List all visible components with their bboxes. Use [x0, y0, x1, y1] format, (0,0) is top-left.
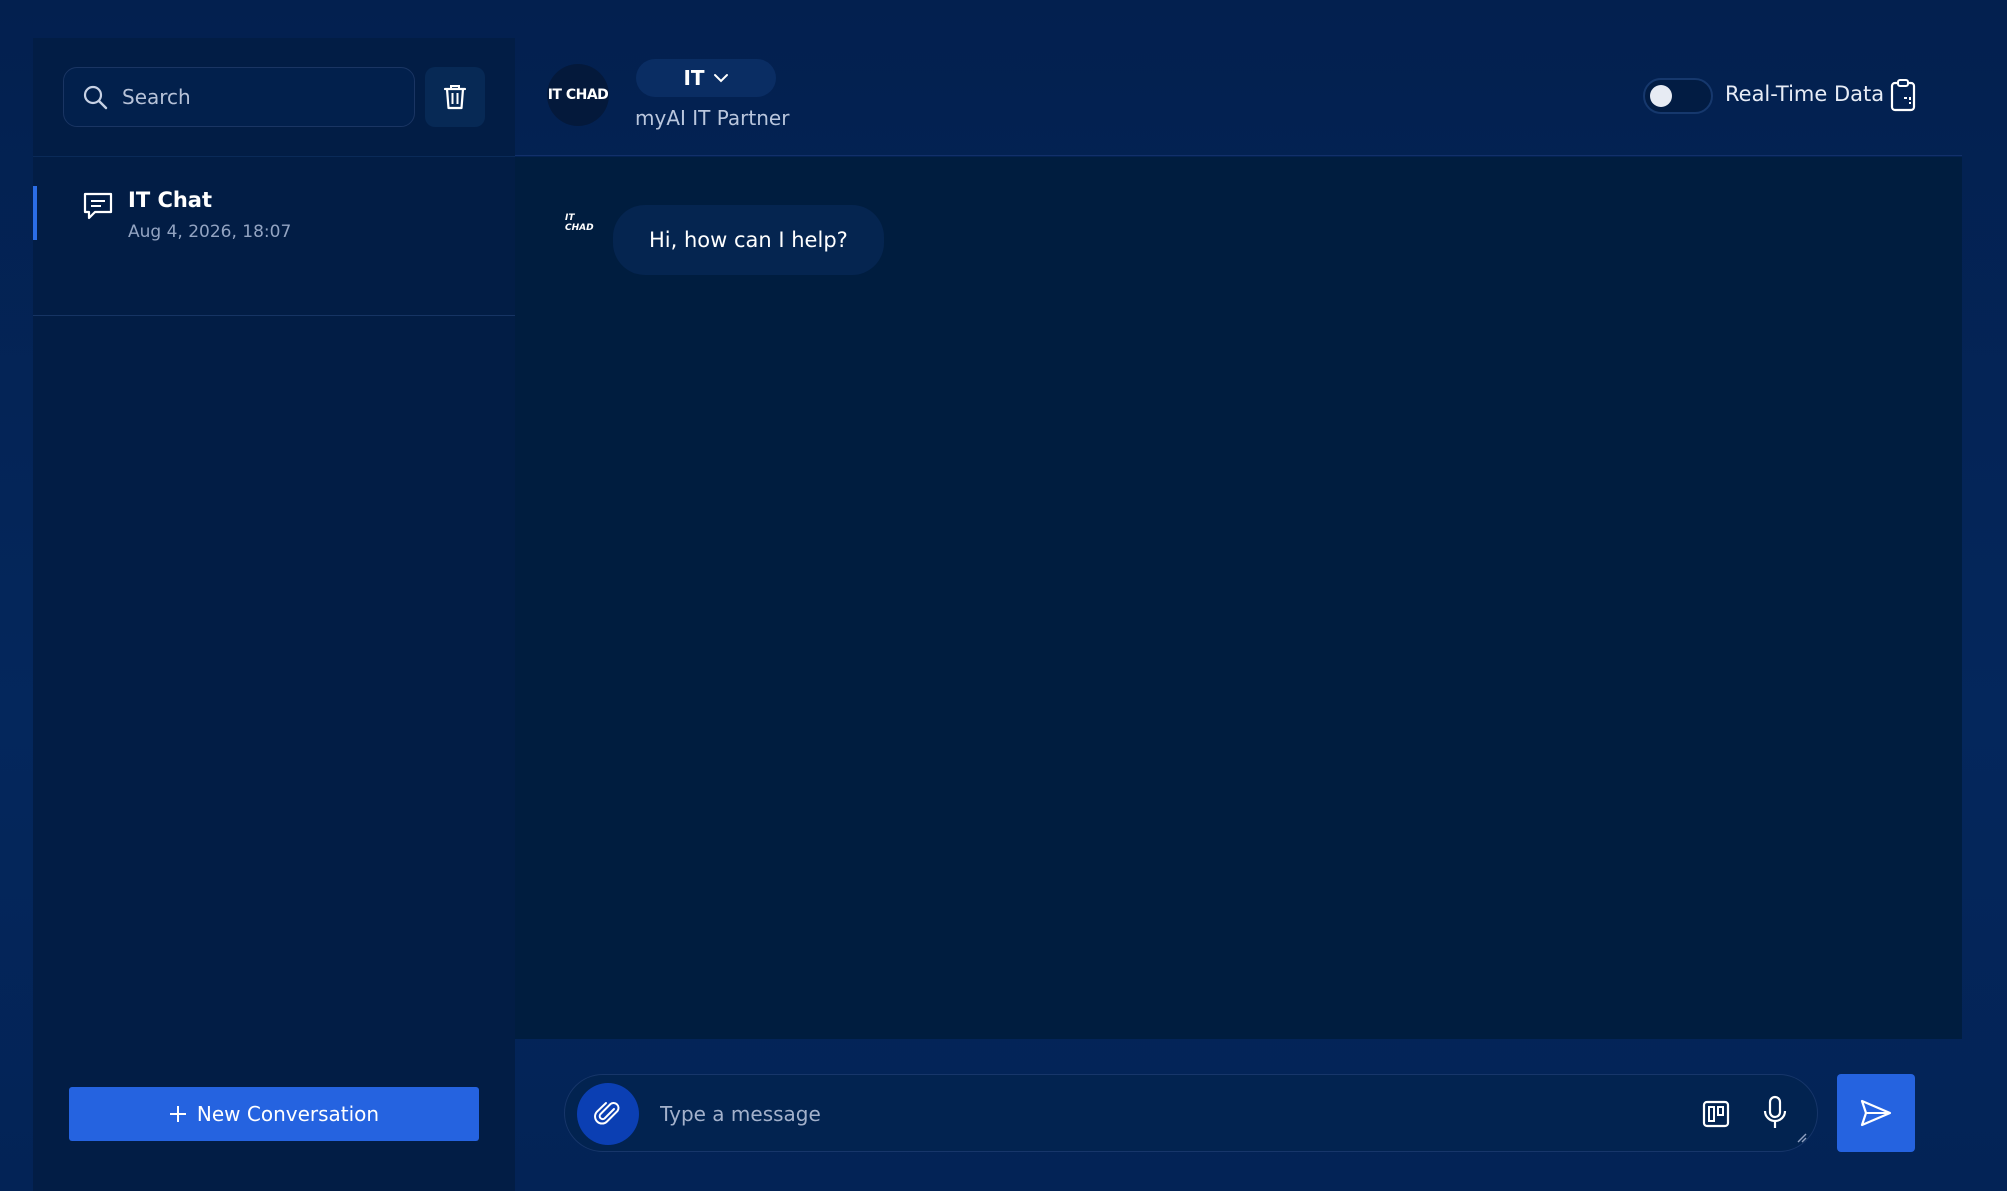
department-label: IT — [683, 66, 705, 90]
chat-header: IT CHAD IT myAI IT Partner Real-Time Dat… — [515, 38, 1962, 156]
app-window: IT Chat Aug 4, 2026, 18:07 New Conversat… — [0, 0, 2007, 1191]
toggle-knob — [1650, 85, 1672, 107]
conversation-date: Aug 4, 2026, 18:07 — [128, 222, 292, 242]
active-indicator — [33, 186, 37, 240]
bot-message-bubble: Hi, how can I help? — [613, 205, 884, 275]
attach-button[interactable] — [577, 1083, 639, 1145]
paperclip-icon — [594, 1102, 620, 1125]
message-composer — [564, 1074, 1818, 1152]
clipboard-icon[interactable] — [1889, 78, 1917, 112]
search-input[interactable] — [122, 68, 402, 126]
new-conversation-label: New Conversation — [196, 1102, 380, 1126]
conversation-item[interactable]: IT Chat Aug 4, 2026, 18:07 — [33, 156, 515, 316]
chat-area: IT CHAD Hi, how can I help? — [515, 157, 1962, 1039]
microphone-icon[interactable] — [1761, 1095, 1789, 1131]
chevron-down-icon — [713, 74, 728, 83]
assistant-subtitle: myAI IT Partner — [635, 106, 790, 130]
sidebar: IT Chat Aug 4, 2026, 18:07 New Conversat… — [33, 38, 515, 1191]
department-dropdown[interactable]: IT — [636, 59, 776, 97]
board-icon[interactable] — [1701, 1099, 1731, 1129]
trash-icon — [443, 85, 467, 110]
delete-conversations-button[interactable] — [425, 67, 485, 127]
plus-icon — [169, 1106, 186, 1122]
new-conversation-button[interactable]: New Conversation — [69, 1087, 479, 1141]
assistant-avatar: IT CHAD — [547, 64, 609, 126]
search-box[interactable] — [63, 67, 415, 127]
avatar-logo-text: IT CHAD — [547, 87, 609, 103]
send-button[interactable] — [1837, 1074, 1915, 1152]
realtime-data-label: Real-Time Data — [1725, 82, 1885, 106]
message-input[interactable] — [660, 1089, 1660, 1139]
resize-grip-icon[interactable] — [1797, 1133, 1807, 1143]
realtime-data-toggle[interactable] — [1643, 78, 1713, 114]
bot-avatar: IT CHAD — [565, 213, 594, 233]
send-icon — [1860, 1099, 1892, 1127]
conversation-title: IT Chat — [128, 188, 213, 212]
chat-bubble-icon — [83, 192, 113, 220]
search-icon — [83, 85, 108, 110]
